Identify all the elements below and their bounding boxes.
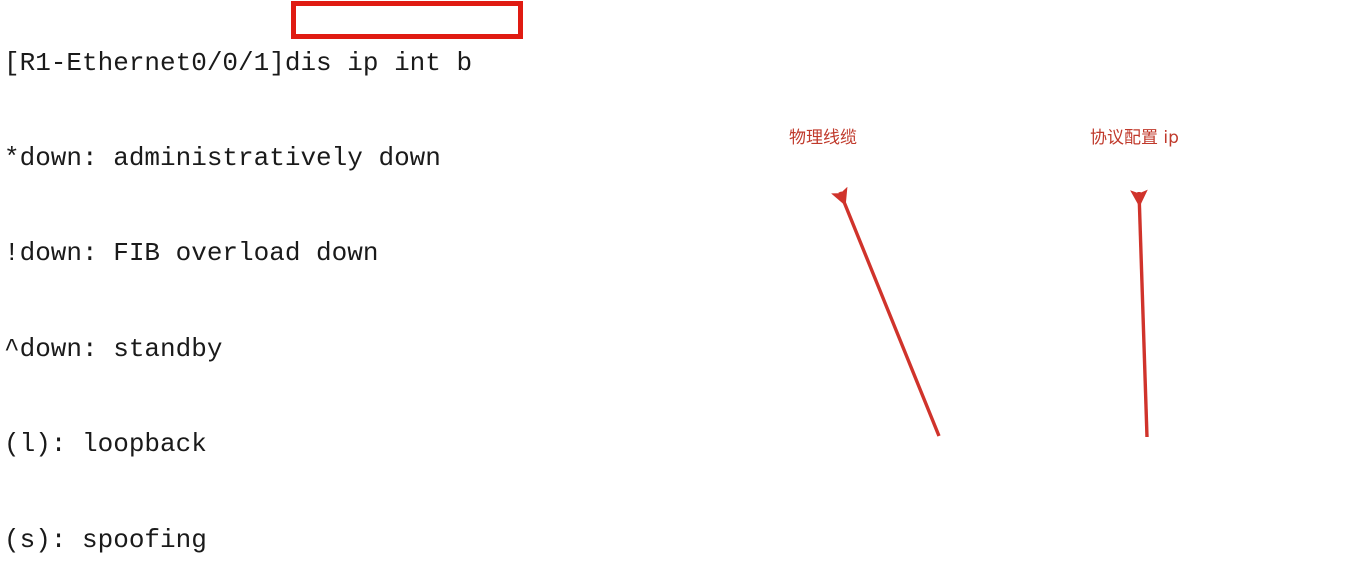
terminal-line-fib-overload: !down: FIB overload down — [4, 238, 379, 269]
terminal-line-loopback: (l): loopback — [4, 429, 207, 460]
terminal-line-standby: ^down: standby — [4, 333, 223, 364]
terminal-output: [R1-Ethernet0/0/1]dis ip int b *down: ad… — [4, 0, 1345, 579]
terminal-screenshot: [R1-Ethernet0/0/1]dis ip int b *down: ad… — [0, 0, 1345, 579]
terminal-line-spoofing: (s): spoofing — [4, 524, 207, 555]
terminal-line-prompt-command: [R1-Ethernet0/0/1]dis ip int b — [4, 47, 473, 78]
terminal-line-admin-down: *down: administratively down — [4, 142, 441, 173]
